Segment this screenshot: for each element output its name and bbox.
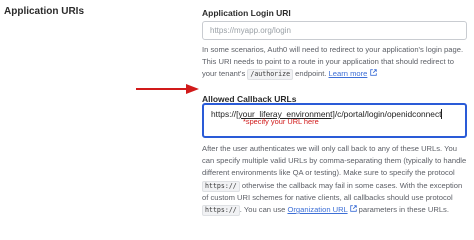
https-code-2: https:// bbox=[202, 205, 240, 217]
external-link-icon[interactable] bbox=[349, 205, 359, 214]
external-link-icon[interactable] bbox=[369, 69, 377, 78]
https-code-1: https:// bbox=[202, 180, 240, 192]
login-uri-label: Application Login URI bbox=[202, 8, 291, 18]
learn-more-link[interactable]: Learn more bbox=[329, 69, 368, 78]
specify-url-annotation: *specify your URL here bbox=[243, 117, 319, 126]
text-cursor bbox=[441, 109, 443, 119]
organization-url-link[interactable]: Organization URL bbox=[287, 205, 347, 214]
login-help-text-end: endpoint. bbox=[293, 69, 329, 79]
authorize-code: /authorize bbox=[247, 69, 294, 81]
callback-help-text-3: . You can use bbox=[239, 205, 288, 215]
login-uri-help: In some scenarios, Auth0 will need to re… bbox=[202, 44, 470, 82]
callback-url-suffix: /c/portal/login/openidconnect bbox=[334, 109, 442, 119]
callback-url-prefix: https:// bbox=[211, 109, 237, 119]
application-uris-panel: Application URIs Application Login URI h… bbox=[0, 0, 474, 217]
callback-help-text-1: After the user authenticates we will onl… bbox=[202, 144, 467, 178]
red-arrow-icon bbox=[136, 84, 199, 94]
callback-urls-textarea[interactable]: https://[your_liferay_environment]/c/por… bbox=[202, 103, 467, 138]
section-title: Application URIs bbox=[4, 6, 85, 17]
callback-help-text-2: otherwise the callback may fail in some … bbox=[202, 180, 463, 202]
callback-help-text-4: parameters in these URLs. bbox=[358, 205, 449, 215]
callback-urls-help: After the user authenticates we will onl… bbox=[202, 143, 470, 217]
login-uri-input[interactable]: https://myapp.org/login bbox=[202, 21, 467, 40]
